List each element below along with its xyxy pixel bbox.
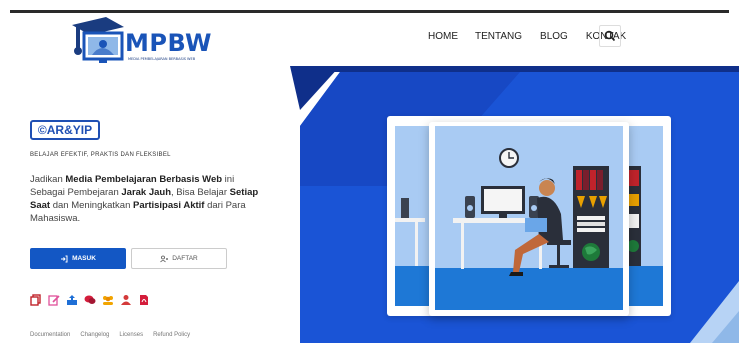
masuk-label: MASUK bbox=[72, 255, 96, 262]
chat-icon[interactable] bbox=[84, 291, 96, 304]
logo[interactable]: MPBW MEDIA PEMBELAJARAN BERBASIS WEB bbox=[66, 15, 216, 65]
logo-subtitle: MEDIA PEMBELAJARAN BERBASIS WEB bbox=[128, 57, 196, 61]
daftar-button[interactable]: DAFTAR bbox=[131, 248, 227, 269]
nav-tentang[interactable]: TENTANG bbox=[475, 31, 522, 42]
pdf-icon[interactable] bbox=[138, 291, 150, 305]
navbar: MPBW MEDIA PEMBELAJARAN BERBASIS WEB HOM… bbox=[10, 13, 739, 66]
hero-description: Jadikan Media Pembelajaran Berbasis Web … bbox=[30, 173, 270, 225]
nav-home[interactable]: HOME bbox=[428, 31, 458, 42]
masuk-button[interactable]: MASUK bbox=[30, 248, 126, 269]
footer-links: Documentation Changelog Licenses Refund … bbox=[30, 332, 190, 338]
logo-text: MPBW bbox=[125, 29, 212, 57]
search-icon bbox=[604, 30, 616, 42]
desc-bold-4: Partisipasi Aktif bbox=[133, 200, 205, 211]
login-icon bbox=[61, 255, 68, 262]
footer-link-documentation[interactable]: Documentation bbox=[30, 332, 70, 338]
hero-tagline: BELAJAR EFEKTIF, PRAKTIS DAN FLEKSIBEL bbox=[30, 152, 171, 158]
footer-link-refund-policy[interactable]: Refund Policy bbox=[153, 332, 190, 338]
copyright-badge: ©AR&YIP bbox=[30, 120, 100, 140]
footer-link-licenses[interactable]: Licenses bbox=[119, 332, 143, 338]
user-plus-icon bbox=[160, 255, 169, 262]
search-button[interactable] bbox=[599, 25, 621, 47]
users-icon[interactable] bbox=[102, 291, 114, 305]
desc-bold-2: Jarak Jauh bbox=[121, 187, 172, 198]
copy-icon[interactable] bbox=[30, 291, 42, 306]
edit-icon[interactable] bbox=[48, 291, 60, 306]
feature-icons bbox=[30, 291, 150, 306]
desc-text-3: , Bisa Belajar bbox=[171, 187, 230, 198]
top-bar bbox=[0, 0, 739, 13]
illustration-image bbox=[435, 126, 623, 310]
user-icon[interactable] bbox=[120, 291, 132, 305]
nav-blog[interactable]: BLOG bbox=[540, 31, 568, 42]
desc-bold-1: Media Pembelajaran Berbasis Web bbox=[65, 174, 223, 185]
footer-link-changelog[interactable]: Changelog bbox=[80, 332, 109, 338]
desc-text-4: dan Meningkatkan bbox=[50, 200, 133, 211]
daftar-label: DAFTAR bbox=[172, 255, 198, 262]
desc-text-1: Jadikan bbox=[30, 174, 66, 185]
upload-icon[interactable] bbox=[66, 291, 78, 305]
illustration-card-front bbox=[429, 122, 629, 316]
